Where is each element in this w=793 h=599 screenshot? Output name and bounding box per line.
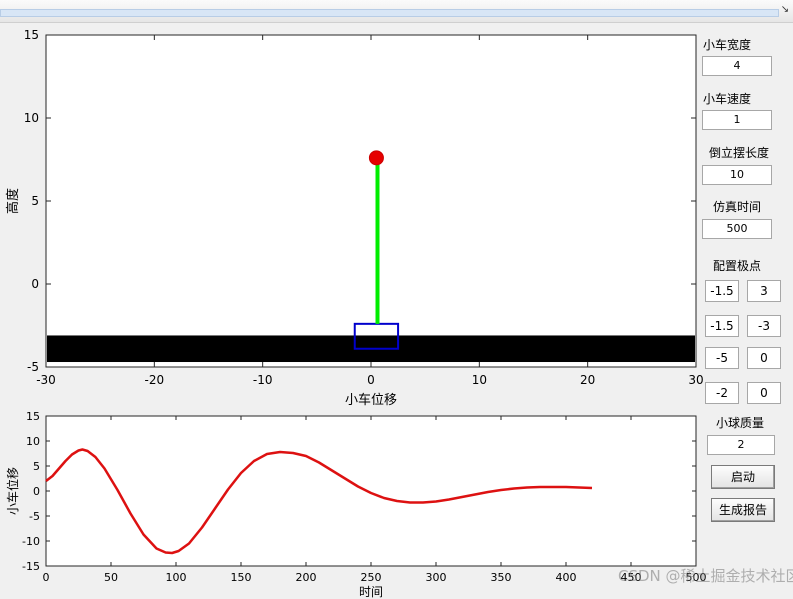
cart-speed-label: 小车速度 — [702, 92, 751, 106]
top-axes: -30 -20 -10 0 10 20 30-5051015 小车位移 高度 — [5, 28, 704, 408]
pole-3-imag-field[interactable]: 0 — [747, 347, 781, 369]
top-ylabel: 高度 — [5, 188, 21, 214]
pole-1-real-field[interactable]: -1.5 — [705, 280, 739, 302]
cart-width-field[interactable]: 4 — [702, 56, 772, 76]
pole-4-imag-field[interactable]: 0 — [747, 382, 781, 404]
bottom-ytick-label: -5 — [29, 510, 40, 523]
pendulum-ball — [368, 150, 384, 166]
bottom-xtick-label: 100 — [166, 571, 187, 584]
generate-report-button[interactable]: 生成报告 — [711, 498, 775, 522]
top-xtick-label: 0 — [367, 373, 375, 387]
bottom-xtick-label: 250 — [361, 571, 382, 584]
ball-mass-field[interactable]: 2 — [707, 435, 775, 455]
pendulum-length-field[interactable]: 10 — [702, 165, 772, 185]
poles-label: 配置极点 — [712, 259, 761, 273]
bottom-xtick-label: 300 — [426, 571, 447, 584]
plot-canvas: -30 -20 -10 0 10 20 30-5051015 小车位移 高度 0 50 100 1… — [5, 28, 707, 599]
pole-4-real-field[interactable]: -2 — [705, 382, 739, 404]
top-xlabel: 小车位移 — [345, 392, 397, 408]
top-xtick-label: -30 — [36, 373, 56, 387]
bottom-xtick-label: 50 — [104, 571, 118, 584]
bottom-ytick-label: 0 — [33, 485, 40, 498]
cart-width-label: 小车宽度 — [702, 38, 751, 52]
bottom-xtick-label: 150 — [231, 571, 252, 584]
pole-1-imag-field[interactable]: 3 — [747, 280, 781, 302]
bottom-ytick-label: 10 — [26, 435, 40, 448]
pendulum-length-label: 倒立摆长度 — [708, 146, 769, 160]
pole-2-real-field[interactable]: -1.5 — [705, 315, 739, 337]
cart-speed-field[interactable]: 1 — [702, 110, 772, 130]
bottom-ylabel: 小车位移 — [5, 467, 20, 515]
top-xtick-label: 20 — [580, 373, 595, 387]
bottom-axes-box — [45, 415, 697, 567]
bottom-xtick-label: 350 — [491, 571, 512, 584]
watermark: CSDN @稀土掘金技术社区 — [618, 567, 793, 585]
top-ytick-label: 15 — [24, 28, 39, 42]
top-xtick-label: -20 — [145, 373, 165, 387]
top-ytick-label: 5 — [31, 194, 39, 208]
bottom-ytick-label: -10 — [22, 535, 40, 548]
bottom-ytick-label: 15 — [26, 410, 40, 423]
sim-time-field[interactable]: 500 — [702, 219, 772, 239]
ball-mass-label: 小球质量 — [715, 416, 764, 430]
bottom-ytick-label: -15 — [22, 560, 40, 573]
start-button[interactable]: 启动 — [711, 465, 775, 489]
top-xtick-label: 10 — [472, 373, 487, 387]
bottom-xtick-label: 400 — [556, 571, 577, 584]
top-ytick-label: -5 — [27, 360, 39, 374]
pole-2-imag-field[interactable]: -3 — [747, 315, 781, 337]
bottom-xtick-label: 200 — [296, 571, 317, 584]
sim-time-label: 仿真时间 — [712, 200, 761, 214]
bottom-xtick-label: 0 — [43, 571, 50, 584]
top-ytick-label: 10 — [24, 111, 39, 125]
bottom-axes: 0 50 100 150 200 250 300 350 400 450 500-15-10-505… — [5, 410, 707, 599]
top-axes-box — [45, 34, 697, 368]
pole-3-real-field[interactable]: -5 — [705, 347, 739, 369]
bottom-ytick-label: 5 — [33, 460, 40, 473]
top-xtick-label: -10 — [253, 373, 273, 387]
bottom-xlabel: 时间 — [359, 585, 383, 599]
control-panel: 小车宽度 4 小车速度 1 倒立摆长度 10 仿真时间 500 配置极点 -1.… — [697, 22, 793, 599]
top-ytick-label: 0 — [31, 277, 39, 291]
